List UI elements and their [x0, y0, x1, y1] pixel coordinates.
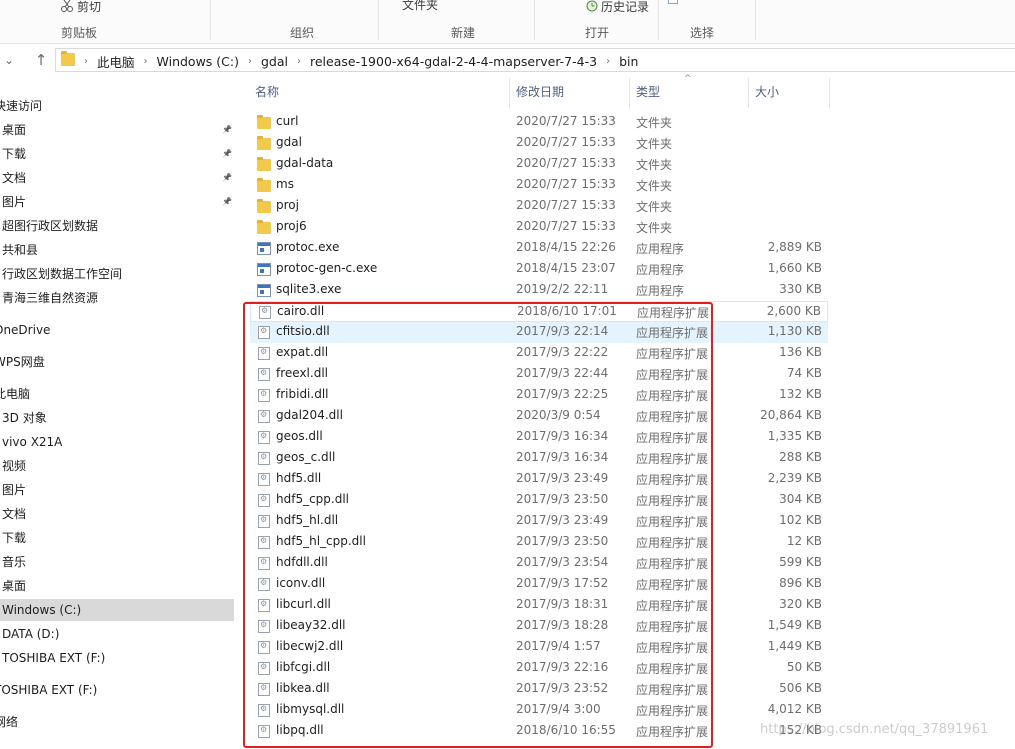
file-name: sqlite3.exe — [276, 282, 342, 296]
file-size: 506 KB — [779, 681, 822, 695]
file-type: 文件夹 — [636, 137, 673, 151]
file-date: 2020/7/27 15:33 — [516, 156, 616, 170]
file-size: 2,600 KB — [766, 304, 821, 318]
folder-icon — [257, 199, 271, 213]
file-size: 74 KB — [786, 366, 822, 380]
file-size: 12 KB — [786, 534, 822, 548]
file-size: 1,130 KB — [767, 324, 822, 338]
file-size: 1,449 KB — [767, 639, 822, 653]
file-row[interactable]: protoc.exe 2018/4/15 22:26 应用程序 2,889 KB — [250, 238, 828, 259]
file-date: 2018/4/15 23:07 — [516, 261, 616, 275]
file-row[interactable]: proj 2020/7/27 15:33 文件夹 — [250, 196, 828, 217]
file-name: protoc-gen-c.exe — [276, 261, 378, 275]
file-explorer-window: 剪切 文件夹 历史记录 剪贴板 组织 新建 打开 选择 ⌄ ↑ › 此电脑 › … — [0, 0, 1015, 749]
folder-icon — [257, 157, 271, 171]
file-name: gdal — [276, 135, 302, 149]
file-name: gdal-data — [276, 156, 334, 170]
folder-icon — [257, 115, 271, 129]
file-size: 896 KB — [779, 576, 822, 590]
file-size: 50 KB — [786, 660, 822, 674]
file-type: 应用程序 — [636, 263, 685, 277]
file-date: 2020/7/27 15:33 — [516, 135, 616, 149]
file-size: 136 KB — [779, 345, 822, 359]
file-size: 320 KB — [779, 597, 822, 611]
file-type: 文件夹 — [636, 221, 673, 235]
file-row[interactable]: gdal 2020/7/27 15:33 文件夹 — [250, 133, 828, 154]
file-name: proj — [276, 198, 299, 212]
file-row[interactable]: gdal-data 2020/7/27 15:33 文件夹 — [250, 154, 828, 175]
file-type: 文件夹 — [636, 158, 673, 172]
file-size: 2,239 KB — [767, 471, 822, 485]
file-name: protoc.exe — [276, 240, 340, 254]
file-date: 2020/7/27 15:33 — [516, 198, 616, 212]
file-type: 应用程序 — [636, 284, 685, 298]
folder-icon — [257, 178, 271, 192]
file-type: 应用程序 — [636, 242, 685, 256]
file-size: 1,335 KB — [767, 429, 822, 443]
file-size: 1,660 KB — [767, 261, 822, 275]
file-size: 304 KB — [779, 492, 822, 506]
file-type: 文件夹 — [636, 200, 673, 214]
file-type: 文件夹 — [636, 179, 673, 193]
file-row[interactable]: proj6 2020/7/27 15:33 文件夹 — [250, 217, 828, 238]
annotation-highlight-box — [243, 302, 713, 748]
file-size: 2,889 KB — [767, 240, 822, 254]
file-type: 文件夹 — [636, 116, 673, 130]
file-name: ms — [276, 177, 294, 191]
file-name: proj6 — [276, 219, 307, 233]
file-name: curl — [276, 114, 299, 128]
application-icon — [257, 284, 271, 297]
file-date: 2020/7/27 15:33 — [516, 114, 616, 128]
file-size: 599 KB — [779, 555, 822, 569]
file-row[interactable]: curl 2020/7/27 15:33 文件夹 — [250, 112, 828, 133]
file-size: 330 KB — [779, 282, 822, 296]
file-row[interactable]: sqlite3.exe 2019/2/2 22:11 应用程序 330 KB — [250, 280, 828, 301]
file-size: 20,864 KB — [760, 408, 822, 422]
file-row[interactable]: ms 2020/7/27 15:33 文件夹 — [250, 175, 828, 196]
file-size: 132 KB — [779, 387, 822, 401]
application-icon — [257, 242, 271, 255]
application-icon — [257, 263, 271, 276]
file-size: 4,012 KB — [767, 702, 822, 716]
folder-icon — [257, 220, 271, 234]
file-size: 102 KB — [779, 513, 822, 527]
folder-icon — [257, 136, 271, 150]
watermark: https://blog.csdn.net/qq_37891961 — [760, 722, 989, 737]
file-row[interactable]: protoc-gen-c.exe 2018/4/15 23:07 应用程序 1,660… — [250, 259, 828, 280]
file-date: 2020/7/27 15:33 — [516, 177, 616, 191]
file-date: 2018/4/15 22:26 — [516, 240, 616, 254]
file-size: 1,549 KB — [767, 618, 822, 632]
file-date: 2020/7/27 15:33 — [516, 219, 616, 233]
file-date: 2019/2/2 22:11 — [516, 282, 609, 296]
file-size: 288 KB — [779, 450, 822, 464]
